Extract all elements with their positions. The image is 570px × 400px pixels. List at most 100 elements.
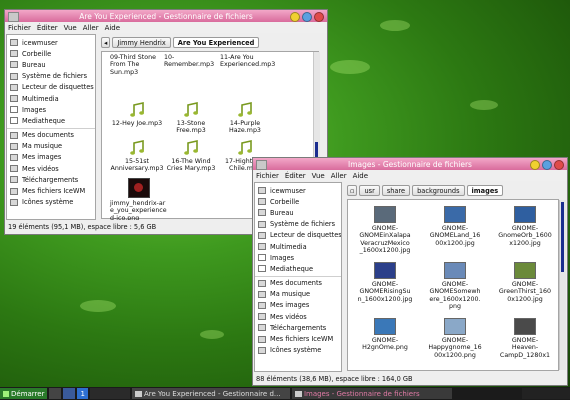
image-thumbnail [374, 206, 396, 223]
menu-editer[interactable]: Éditer [37, 24, 58, 32]
file-name-line: png [449, 303, 461, 311]
folder-icon [134, 390, 142, 397]
file-item[interactable]: 16-The Wind Cries Mary.mp3 [164, 140, 218, 173]
sidebar-item-icones[interactable]: Icônes système [255, 345, 341, 356]
sidebar-item-icewm[interactable]: Mes fichiers IceWM [7, 185, 95, 196]
file-manager-window-2[interactable]: Images - Gestionnaire de fichiers Fichie… [252, 157, 568, 386]
sidebar-item-telechargements[interactable]: Téléchargements [7, 174, 95, 185]
menu-aide[interactable]: Aide [105, 24, 120, 32]
file-item[interactable]: GNOME- H2gnOme.png [352, 318, 418, 352]
sidebar-item-icewmuser[interactable]: icewmuser [7, 37, 95, 48]
file-item[interactable]: 09-Third Stone From The Sun.mp3 [110, 54, 164, 76]
image-thumbnail [374, 262, 396, 279]
sidebar-item-mediatheque[interactable]: Mediatheque [7, 115, 95, 126]
workspace-1-button[interactable]: 1 [77, 388, 88, 399]
sidebar-item-images[interactable]: Images [7, 104, 95, 115]
sidebar-item-systeme[interactable]: Système de fichiers [255, 219, 341, 230]
sidebar-item-images[interactable]: Images [255, 252, 341, 263]
file-item[interactable]: 14-Purple Haze.mp3 [218, 102, 272, 135]
file-item[interactable]: GNOME- GNOMELand_16 00x1200.jpg [422, 206, 488, 247]
browser-launcher-icon[interactable] [63, 388, 76, 399]
window-2-title: Images - Gestionnaire de fichiers [348, 159, 472, 169]
minimize-icon[interactable] [530, 160, 540, 170]
window-menu-icon[interactable] [256, 160, 267, 170]
file-name-line: GNOME- [371, 225, 399, 232]
sidebar-item-corbeille[interactable]: Corbeille [255, 196, 341, 207]
sidebar-item-disquettes[interactable]: Lecteur de disquettes [255, 230, 341, 241]
sidebar-item-mes-documents[interactable]: Mes documents [255, 278, 341, 289]
sidebar-item-mes-images[interactable]: Mes images [255, 300, 341, 311]
file-item[interactable]: 15-51st Anniversary.mp3 [110, 140, 164, 173]
file-item[interactable]: 11-Are You Experienced.mp3 [220, 54, 275, 69]
task-button-window-1[interactable]: Are You Experienced - Gestionnaire d... [131, 388, 290, 399]
sidebar-item-mediatheque[interactable]: Mediatheque [255, 263, 341, 274]
sidebar-separator [255, 275, 341, 277]
sidebar-item-bureau[interactable]: Bureau [7, 59, 95, 70]
path-back-arrow[interactable]: ◂ [101, 37, 111, 48]
path-are-you-experienced[interactable]: Are You Experienced [172, 37, 260, 48]
path-share[interactable]: share [381, 185, 411, 196]
window-2-titlebar[interactable]: Images - Gestionnaire de fichiers [253, 158, 567, 170]
maximize-icon[interactable] [302, 12, 312, 22]
menu-aide[interactable]: Aide [353, 172, 368, 180]
menu-vue[interactable]: Vue [64, 24, 77, 32]
path-backgrounds[interactable]: backgrounds [412, 185, 465, 196]
file-item[interactable]: GNOME- GNOMESomewh ere_1600x1200. png [422, 262, 488, 311]
music-note-icon [238, 140, 252, 155]
file-item[interactable]: GNOME- GNOMEinXalapa VeracruzMexico _1600x1… [352, 206, 418, 255]
file-item[interactable]: GNOME- GNOMERisingSu n_1600x1200.jpg [352, 262, 418, 303]
sidebar-item-ma-musique[interactable]: Ma musique [255, 289, 341, 300]
menu-vue[interactable]: Vue [312, 172, 325, 180]
task-button-window-2[interactable]: Images - Gestionnaire de fichiers [291, 388, 452, 399]
menu-fichier[interactable]: Fichier [8, 24, 31, 32]
window-1-titlebar[interactable]: Are You Experienced - Gestionnaire de fi… [5, 10, 327, 22]
terminal-launcher-icon[interactable] [49, 388, 62, 399]
desktop-icon [258, 209, 266, 217]
file-item[interactable]: 12-Hey Joe.mp3 [110, 102, 164, 127]
sidebar-item-ma-musique[interactable]: Ma musique [7, 141, 95, 152]
path-root-button[interactable]: ▫ [347, 185, 358, 196]
workspace-switcher[interactable] [89, 388, 130, 399]
file-item[interactable]: jimmy_hendrix-are_you_experienced-ico.pn… [110, 178, 168, 220]
sidebar-item-multimedia[interactable]: Multimedia [255, 241, 341, 252]
file-item[interactable]: GNOME- GreenThirst_160 0x1200.jpg [492, 262, 558, 303]
file-item[interactable]: 13-Stone Free.mp3 [164, 102, 218, 135]
sidebar-item-mes-documents[interactable]: Mes documents [7, 130, 95, 141]
sidebar-item-telechargements[interactable]: Téléchargements [255, 322, 341, 333]
sidebar-item-icewm[interactable]: Mes fichiers IceWM [255, 333, 341, 344]
file-item[interactable]: GNOME- Happygnome_16 00x1200.png [422, 318, 488, 359]
menu-aller[interactable]: Aller [83, 24, 99, 32]
close-icon[interactable] [314, 12, 324, 22]
menu-fichier[interactable]: Fichier [256, 172, 279, 180]
sidebar-item-bureau[interactable]: Bureau [255, 207, 341, 218]
sidebar-item-mes-images[interactable]: Mes images [7, 152, 95, 163]
sidebar-item-systeme[interactable]: Système de fichiers [7, 71, 95, 82]
minimize-icon[interactable] [290, 12, 300, 22]
path-jimmy-hendrix[interactable]: Jimmy Hendrix [112, 37, 171, 48]
window-menu-icon[interactable] [8, 12, 19, 22]
file-item[interactable]: GNOME- GnomeOrb_1600 x1200.jpg [492, 206, 558, 247]
file-icon-view: GNOME- GNOMEinXalapa VeracruzMexico _1600x1… [347, 199, 559, 371]
maximize-icon[interactable] [542, 160, 552, 170]
floppy-icon [10, 83, 18, 91]
menu-aller[interactable]: Aller [331, 172, 347, 180]
path-usr[interactable]: usr [359, 185, 380, 196]
file-item[interactable]: 10-Remember.mp3 [164, 54, 218, 69]
sidebar-item-mes-videos[interactable]: Mes vidéos [255, 311, 341, 322]
window-2-sidebar: icewmuser Corbeille Bureau Système de fi… [254, 182, 342, 372]
sidebar-item-disquettes[interactable]: Lecteur de disquettes [7, 82, 95, 93]
sidebar-item-icones[interactable]: Icônes système [7, 197, 95, 208]
sidebar-item-mes-videos[interactable]: Mes vidéos [7, 163, 95, 174]
menu-editer[interactable]: Éditer [285, 172, 306, 180]
close-icon[interactable] [554, 160, 564, 170]
file-item[interactable]: GNOME- Heaven- CampD_1280x1 [492, 318, 558, 359]
start-button[interactable]: Démarrer [0, 388, 48, 399]
sidebar-item-icewmuser[interactable]: icewmuser [255, 185, 341, 196]
window-2-scrollbar[interactable] [559, 200, 566, 370]
sidebar-item-multimedia[interactable]: Multimedia [7, 93, 95, 104]
sidebar-item-corbeille[interactable]: Corbeille [7, 48, 95, 59]
music-note-icon [184, 102, 198, 117]
folder-icon [258, 290, 266, 298]
path-images[interactable]: images [466, 185, 504, 196]
scrollbar-thumb[interactable] [561, 202, 564, 272]
